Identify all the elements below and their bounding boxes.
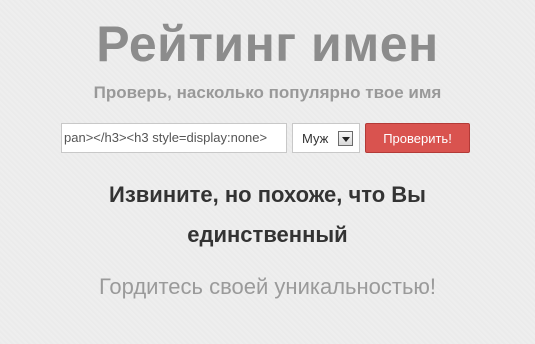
result-heading: Извините, но похоже, что Вы единственный [109,182,426,247]
result-subheading: Гордитесь своей уникальностью! [98,274,437,299]
gender-select-value: Муж [302,130,329,146]
gender-select[interactable]: Муж [292,123,360,153]
name-input[interactable]: pan></h3><h3 style=display:none> [61,123,287,153]
page-subtitle: Проверь, насколько популярно твое имя [93,83,442,102]
chevron-down-icon[interactable] [338,131,353,146]
check-button[interactable]: Проверить! [365,123,470,153]
name-input-value: pan></h3><h3 style=display:none> [64,130,268,145]
page-title: Рейтинг имен [96,16,439,72]
name-check-form: pan></h3><h3 style=display:none> Муж Про… [61,123,470,153]
page: Рейтинг имен Проверь, насколько популярн… [0,0,535,344]
